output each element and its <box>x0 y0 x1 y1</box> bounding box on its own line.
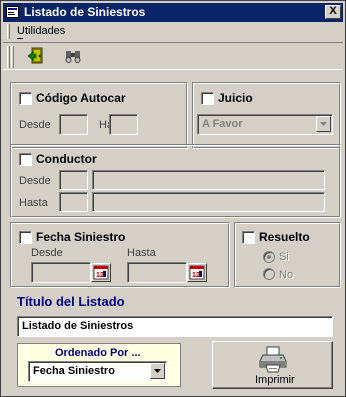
search-button[interactable] <box>63 46 87 68</box>
menu-bar: Utilidades <box>3 22 343 41</box>
titulo-listado-input[interactable]: Listado de Siniestros <box>17 316 333 337</box>
imprimir-label: Imprimir <box>255 374 295 386</box>
conductor-label: Conductor <box>36 152 97 166</box>
juicio-selected-value: A Favor <box>202 118 243 130</box>
resuelto-no-radio[interactable] <box>263 268 275 280</box>
resuelto-checkbox[interactable] <box>242 231 255 244</box>
ordenado-por-selected-value: Fecha Siniestro <box>33 365 115 377</box>
fecha-hasta-input[interactable] <box>127 262 187 283</box>
menu-utilidades[interactable]: Utilidades <box>17 25 65 37</box>
codigo-autocar-checkbox[interactable] <box>19 92 32 105</box>
fecha-hasta-label: Hasta <box>127 247 156 259</box>
menu-grip <box>7 24 10 39</box>
juicio-label: Juicio <box>218 91 253 105</box>
conductor-hasta-code[interactable] <box>59 192 88 212</box>
resuelto-si-label: Si <box>279 251 289 263</box>
ordenado-por-label: Ordenado Por ... <box>55 347 141 359</box>
conductor-hasta-name[interactable] <box>92 192 325 212</box>
conductor-checkbox[interactable] <box>19 153 32 166</box>
chevron-down-icon <box>154 369 161 373</box>
conductor-desde-code[interactable] <box>59 170 88 190</box>
toolbar-grip-2 <box>11 46 14 68</box>
fecha-desde-calendar-button[interactable]: 12 <box>91 263 111 282</box>
title-bar[interactable]: Listado de Siniestros X <box>3 3 343 22</box>
mnemonic-underline <box>17 38 23 39</box>
codigo-autocar-label: Código Autocar <box>36 91 126 105</box>
printer-icon <box>259 346 287 373</box>
conductor-desde-name[interactable] <box>92 170 325 190</box>
exit-button[interactable] <box>26 46 50 68</box>
juicio-select[interactable]: A Favor <box>197 114 333 135</box>
close-button[interactable]: X <box>325 5 341 19</box>
conductor-desde-label: Desde <box>19 175 51 187</box>
app-icon <box>6 6 19 18</box>
ordenado-por-box: Ordenado Por ... Fecha Siniestro <box>17 343 181 387</box>
calendar-icon: 12 <box>93 265 109 280</box>
calendar-icon: 12 <box>189 265 205 280</box>
svg-text:12: 12 <box>96 272 104 279</box>
ordenado-por-dropdown-button[interactable] <box>150 363 165 379</box>
fecha-siniestro-checkbox[interactable] <box>19 231 32 244</box>
close-icon: X <box>329 5 337 17</box>
toolbar-grip <box>7 46 10 68</box>
listado-siniestros-window: Listado de Siniestros X Utilidades Códig… <box>0 0 346 397</box>
chevron-down-icon <box>320 122 327 126</box>
juicio-checkbox[interactable] <box>201 92 214 105</box>
window-title: Listado de Siniestros <box>24 5 146 19</box>
resuelto-si-radio[interactable] <box>263 251 275 263</box>
fecha-desde-label: Desde <box>31 247 63 259</box>
codigo-hasta-input[interactable] <box>109 114 138 135</box>
fecha-desde-input[interactable] <box>31 262 91 283</box>
codigo-desde-input[interactable] <box>59 114 88 135</box>
titulo-listado-value: Listado de Siniestros <box>22 320 134 332</box>
imprimir-button[interactable]: Imprimir <box>212 341 333 389</box>
fecha-hasta-calendar-button[interactable]: 12 <box>187 263 207 282</box>
svg-text:12: 12 <box>192 272 200 279</box>
fecha-siniestro-label: Fecha Siniestro <box>36 230 126 244</box>
ordenado-por-select[interactable]: Fecha Siniestro <box>28 361 167 382</box>
exit-icon <box>27 47 43 64</box>
resuelto-no-label: No <box>279 269 294 281</box>
juicio-dropdown-button[interactable] <box>316 116 331 132</box>
toolbar <box>3 42 343 70</box>
conductor-hasta-label: Hasta <box>19 197 48 209</box>
resuelto-label: Resuelto <box>259 230 310 244</box>
binoculars-icon <box>65 51 81 63</box>
titulo-listado-label: Título del Listado <box>17 294 125 309</box>
codigo-desde-label: Desde <box>19 119 51 131</box>
